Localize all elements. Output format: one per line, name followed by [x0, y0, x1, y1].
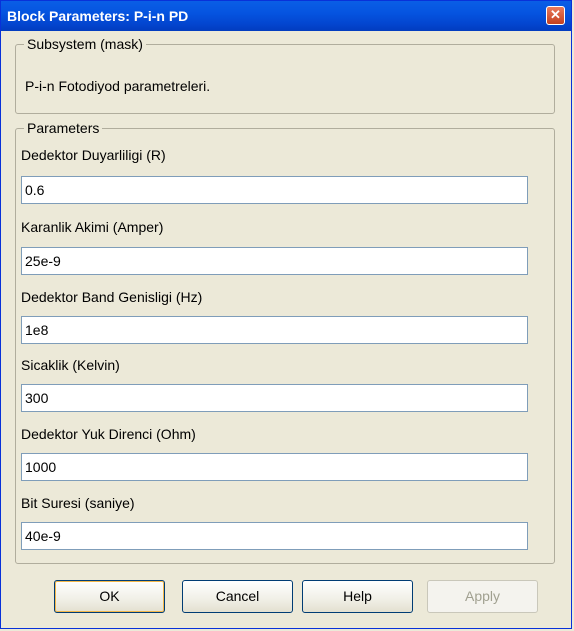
apply-button: Apply: [427, 580, 538, 613]
field-label-dark-current: Karanlik Akimi (Amper): [21, 219, 164, 235]
title-bar[interactable]: Block Parameters: P-i-n PD ✕: [1, 1, 571, 31]
parameters-legend: Parameters: [24, 120, 103, 136]
field-label-responsivity: Dedektor Duyarliligi (R): [21, 147, 166, 163]
subsystem-description: P-i-n Fotodiyod parametreleri.: [25, 78, 211, 94]
dark-current-input[interactable]: [21, 247, 528, 275]
subsystem-group: Subsystem (mask) P-i-n Fotodiyod paramet…: [15, 36, 555, 114]
window-title: Block Parameters: P-i-n PD: [7, 8, 189, 24]
bit-duration-input[interactable]: [21, 522, 528, 550]
bandwidth-input[interactable]: [21, 316, 528, 344]
subsystem-legend: Subsystem (mask): [24, 36, 146, 52]
help-button[interactable]: Help: [302, 580, 413, 613]
temperature-input[interactable]: [21, 384, 528, 412]
cancel-button[interactable]: Cancel: [182, 580, 293, 613]
field-label-bit-duration: Bit Suresi (saniye): [21, 495, 135, 511]
close-icon[interactable]: ✕: [546, 6, 565, 25]
responsivity-input[interactable]: [21, 176, 528, 204]
ok-button[interactable]: OK: [54, 580, 165, 613]
field-label-temperature: Sicaklik (Kelvin): [21, 357, 120, 373]
load-resistance-input[interactable]: [21, 453, 528, 481]
field-label-load-resistance: Dedektor Yuk Direnci (Ohm): [21, 426, 196, 442]
field-label-bandwidth: Dedektor Band Genisligi (Hz): [21, 289, 203, 305]
dialog-window: Block Parameters: P-i-n PD ✕ Subsystem (…: [0, 0, 572, 629]
